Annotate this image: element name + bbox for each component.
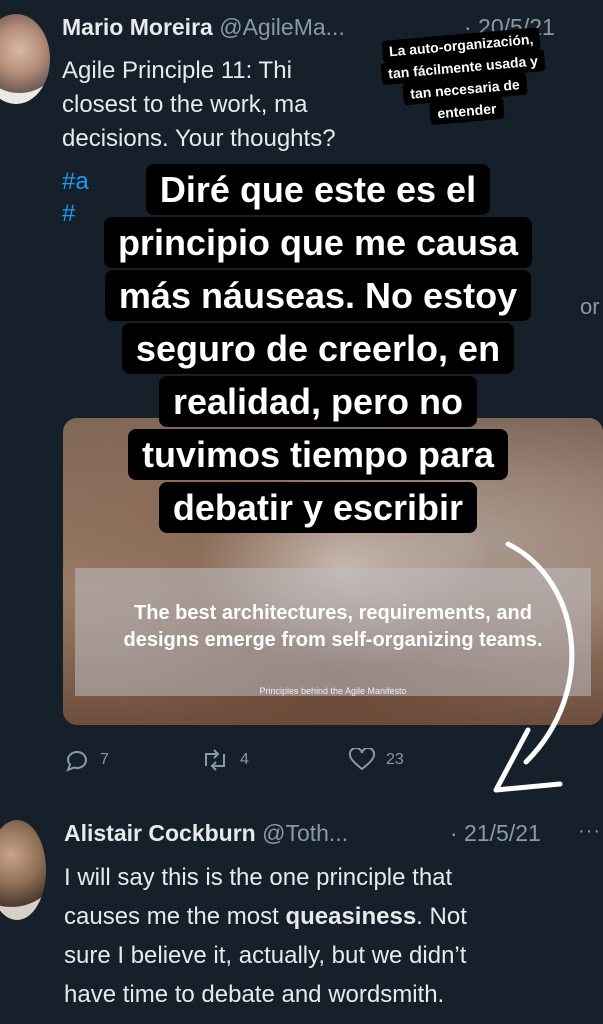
author-name[interactable]: Alistair Cockburn	[64, 820, 256, 846]
heart-icon	[348, 748, 376, 771]
like-button[interactable]: 23	[348, 748, 404, 772]
retweet-icon	[205, 749, 225, 771]
tweet-text-line: I will say this is the one principle tha…	[64, 864, 453, 891]
author-handle[interactable]: @AgileMa...	[219, 14, 345, 40]
tweet-text-line: sure I believe it, actually, but we didn…	[64, 942, 467, 969]
tweet-text: I will say this is the one principle tha…	[64, 858, 600, 1014]
obscured-text: or	[580, 294, 600, 319]
retweet-button[interactable]: 4	[200, 748, 249, 772]
tweet-header: Mario Moreira @AgileMa... · 20/5/21	[62, 14, 555, 41]
avatar[interactable]	[0, 14, 50, 104]
bold-word: queasiness	[285, 903, 417, 930]
tweet-text-line: causes me the most queasiness. Not	[64, 897, 600, 936]
reply-button[interactable]: 7	[64, 748, 109, 772]
caption-line: debatir y escribir	[158, 482, 478, 533]
author-handle[interactable]: @Toth...	[262, 820, 348, 846]
story-screenshot: Mario Moreira @AgileMa... · 20/5/21 Agil…	[0, 0, 603, 1024]
caption-line: más náuseas. No estoy	[104, 270, 532, 321]
tweet-text-line: decisions. Your thoughts?	[62, 125, 336, 152]
tweet-text-line: have time to debate and wordsmith.	[64, 981, 445, 1008]
more-options-icon[interactable]: ···	[578, 820, 601, 843]
retweet-count: 4	[240, 751, 249, 768]
caption-line: Diré que este es el	[145, 164, 491, 215]
caption-line: principio que me causa	[103, 217, 533, 268]
tweet-date[interactable]: · 21/5/21	[450, 820, 541, 847]
curved-arrow-icon	[493, 541, 575, 793]
like-count: 23	[386, 751, 404, 768]
caption-line: realidad, pero no	[158, 376, 478, 427]
caption-line: tuvimos tiempo para	[127, 429, 509, 480]
reply-icon	[66, 750, 87, 772]
text-segment: causes me the most	[64, 903, 286, 930]
reply-count: 7	[100, 751, 109, 768]
caption-line: seguro de creerlo, en	[121, 323, 515, 374]
text-segment: . Not	[416, 903, 467, 930]
avatar[interactable]	[0, 820, 46, 920]
author-name[interactable]: Mario Moreira	[62, 14, 213, 40]
caption-big: Diré que este es el principio que me cau…	[58, 164, 578, 535]
tweet-header: Alistair Cockburn @Toth... · 21/5/21	[64, 820, 541, 847]
